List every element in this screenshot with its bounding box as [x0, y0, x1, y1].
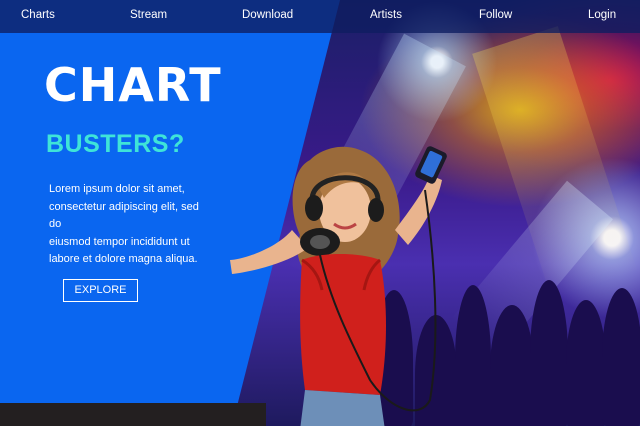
nav-login-link[interactable]: Login	[588, 9, 616, 21]
hero-title: CHART	[44, 58, 222, 112]
hero-description-line: consectetur adipiscing elit, sed do	[49, 200, 199, 231]
explore-button[interactable]: EXPLORE	[63, 279, 138, 302]
hero-banner: Charts Stream Download Artists Follow Lo…	[0, 0, 640, 426]
nav-charts-link[interactable]: Charts	[21, 9, 55, 21]
hero-subtitle: BUSTERS?	[46, 130, 185, 158]
hero-description-line: Lorem ipsum dolor sit amet,	[49, 183, 185, 195]
hero-description: Lorem ipsum dolor sit amet, consectetur …	[49, 181, 209, 269]
hero-description-line: labore et dolore magna aliqua.	[49, 253, 198, 265]
nav-artists-link[interactable]: Artists	[370, 9, 402, 21]
nav-stream-link[interactable]: Stream	[130, 9, 167, 21]
hero-description-line: eiusmod tempor incididunt ut	[49, 235, 190, 248]
top-nav: Charts Stream Download Artists Follow Lo…	[0, 0, 640, 33]
nav-download-link[interactable]: Download	[242, 9, 293, 21]
dancing-woman-image	[230, 146, 447, 426]
nav-follow-link[interactable]: Follow	[479, 9, 512, 21]
